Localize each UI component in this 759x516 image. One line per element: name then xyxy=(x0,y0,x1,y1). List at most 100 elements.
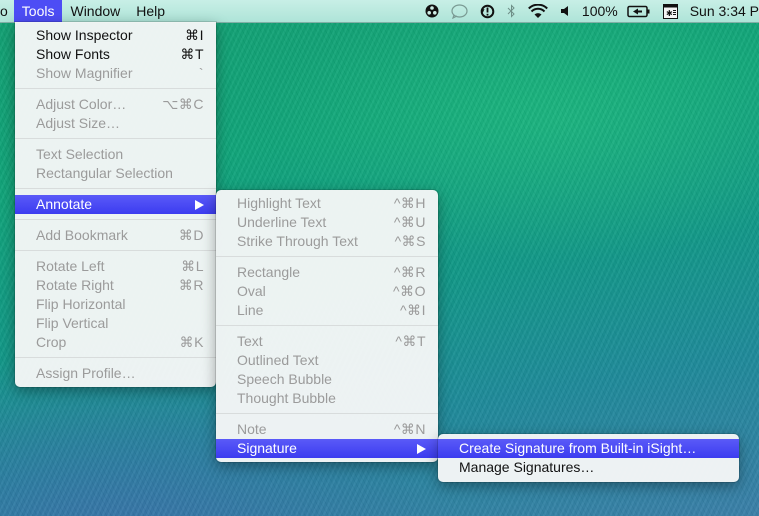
menu-item-note[interactable]: Note ^⌘N xyxy=(216,420,438,439)
menu-item-label: Outlined Text xyxy=(237,352,319,368)
menu-item-label: Flip Horizontal xyxy=(36,296,126,312)
menu-separator xyxy=(216,413,438,414)
menu-item-label: Signature xyxy=(237,440,297,456)
menu-item-text[interactable]: Text ^⌘T xyxy=(216,332,438,351)
menu-window[interactable]: Window xyxy=(62,0,128,22)
menu-item-label: Rectangle xyxy=(237,264,301,280)
menu-item-label: Oval xyxy=(237,283,266,299)
menu-item-shortcut: ^⌘O xyxy=(393,283,426,299)
submenu-arrow-icon xyxy=(417,443,426,454)
volume-icon[interactable] xyxy=(554,0,576,22)
menu-item-label: Show Magnifier xyxy=(36,65,133,81)
menu-item-label: Thought Bubble xyxy=(237,390,336,406)
menu-item-label: Underline Text xyxy=(237,214,327,230)
menu-item-shortcut: ^⌘S xyxy=(394,233,426,249)
menu-item-assign-profile[interactable]: Assign Profile… xyxy=(15,364,216,383)
menu-item-rectangle[interactable]: Rectangle ^⌘R xyxy=(216,263,438,282)
status-area: 100% ✱ Sun 3:34 P xyxy=(419,0,759,22)
menu-separator xyxy=(15,357,216,358)
menu-item-shortcut: ^⌘U xyxy=(393,214,426,230)
menu-item-flip-horizontal[interactable]: Flip Horizontal xyxy=(15,295,216,314)
menu-separator xyxy=(15,138,216,139)
menu-item-shortcut: ⌘L xyxy=(181,258,204,274)
menu-item-highlight-text[interactable]: Highlight Text ^⌘H xyxy=(216,194,438,213)
menu-item-label: Assign Profile… xyxy=(36,365,136,381)
menu-item-label: Text xyxy=(237,333,263,349)
menu-item-shortcut: ^⌘N xyxy=(393,421,426,437)
menu-help[interactable]: Help xyxy=(128,0,173,22)
menu-item-label: Flip Vertical xyxy=(36,315,109,331)
menu-item-adjust-size[interactable]: Adjust Size… xyxy=(15,114,216,133)
menu-item-annotate[interactable]: Annotate xyxy=(15,195,216,214)
menu-item-manage-signatures[interactable]: Manage Signatures… xyxy=(438,458,739,477)
menu-item-rectangular-selection[interactable]: Rectangular Selection xyxy=(15,164,216,183)
menu-item-label: Create Signature from Built-in iSight… xyxy=(459,440,697,456)
menu-item-add-bookmark[interactable]: Add Bookmark ⌘D xyxy=(15,226,216,245)
menu-separator xyxy=(15,188,216,189)
menu-item-label: Speech Bubble xyxy=(237,371,332,387)
menu-item-rotate-right[interactable]: Rotate Right ⌘R xyxy=(15,276,216,295)
menu-item-label: Note xyxy=(237,421,267,437)
menu-item-shortcut: ⌘T xyxy=(180,46,204,62)
menu-separator xyxy=(15,250,216,251)
menu-item-text-selection[interactable]: Text Selection xyxy=(15,145,216,164)
menu-item-create-signature-from-built-in-isight[interactable]: Create Signature from Built-in iSight… xyxy=(438,439,739,458)
battery-percent[interactable]: 100% xyxy=(576,0,621,22)
menu-item-shortcut: ^⌘R xyxy=(393,264,426,280)
menu-item-signature[interactable]: Signature xyxy=(216,439,438,458)
menu-item-shortcut: ` xyxy=(198,65,204,81)
menu-item-shortcut: ^⌘H xyxy=(393,195,426,211)
menu-item-crop[interactable]: Crop ⌘K xyxy=(15,333,216,352)
wifi-icon[interactable] xyxy=(522,0,554,22)
menu-item-show-magnifier[interactable]: Show Magnifier ` xyxy=(15,64,216,83)
accessibility-icon[interactable] xyxy=(419,0,445,22)
menu-item-shortcut: ^⌘T xyxy=(395,333,426,349)
menu-item-shortcut: ⌘R xyxy=(178,277,204,293)
menu-bar-partial-item[interactable]: o xyxy=(0,0,14,22)
menu-item-line[interactable]: Line ^⌘I xyxy=(216,301,438,320)
signature-submenu: Create Signature from Built-in iSight… Ma… xyxy=(438,434,739,482)
menu-tools[interactable]: Tools xyxy=(13,0,63,22)
messages-icon[interactable] xyxy=(445,0,474,22)
menu-item-shortcut: ⌥⌘C xyxy=(162,96,204,112)
menu-item-oval[interactable]: Oval ^⌘O xyxy=(216,282,438,301)
menu-item-outlined-text[interactable]: Outlined Text xyxy=(216,351,438,370)
menu-item-shortcut: ⌘I xyxy=(185,27,204,43)
menu-item-label: Manage Signatures… xyxy=(459,459,595,475)
tools-menu: Show Inspector ⌘I Show Fonts ⌘T Show Magnifi… xyxy=(15,22,216,387)
menu-item-label: Rotate Left xyxy=(36,258,105,274)
menu-item-flip-vertical[interactable]: Flip Vertical xyxy=(15,314,216,333)
menu-separator xyxy=(216,325,438,326)
menu-separator xyxy=(15,219,216,220)
menu-item-show-inspector[interactable]: Show Inspector ⌘I xyxy=(15,26,216,45)
menu-item-strike-through-text[interactable]: Strike Through Text ^⌘S xyxy=(216,232,438,251)
menu-bar: o Tools Window Help 100% ✱ Sun 3:34 P xyxy=(0,0,759,23)
menu-item-label: Show Inspector xyxy=(36,27,133,43)
clock[interactable]: Sun 3:34 P xyxy=(684,0,759,22)
menu-item-label: Strike Through Text xyxy=(237,233,358,249)
menu-item-speech-bubble[interactable]: Speech Bubble xyxy=(216,370,438,389)
menu-item-shortcut: ⌘D xyxy=(178,227,204,243)
menu-item-show-fonts[interactable]: Show Fonts ⌘T xyxy=(15,45,216,64)
menu-separator xyxy=(216,256,438,257)
menu-item-label: Adjust Color… xyxy=(36,96,127,112)
menu-item-label: Adjust Size… xyxy=(36,115,121,131)
time-machine-icon[interactable] xyxy=(474,0,501,22)
menu-item-shortcut: ^⌘I xyxy=(400,302,426,318)
menu-item-label: Show Fonts xyxy=(36,46,110,62)
menu-item-label: Rotate Right xyxy=(36,277,114,293)
menu-item-thought-bubble[interactable]: Thought Bubble xyxy=(216,389,438,408)
battery-icon[interactable] xyxy=(621,0,657,22)
calendar-icon[interactable]: ✱ xyxy=(657,0,684,22)
menu-item-underline-text[interactable]: Underline Text ^⌘U xyxy=(216,213,438,232)
menu-item-adjust-color[interactable]: Adjust Color… ⌥⌘C xyxy=(15,95,216,114)
svg-text:✱: ✱ xyxy=(666,9,673,18)
bluetooth-icon[interactable] xyxy=(501,0,522,22)
menu-separator xyxy=(15,88,216,89)
menu-item-shortcut: ⌘K xyxy=(179,334,204,350)
menu-item-rotate-left[interactable]: Rotate Left ⌘L xyxy=(15,257,216,276)
menu-item-label: Highlight Text xyxy=(237,195,321,211)
menu-item-label: Line xyxy=(237,302,264,318)
menu-item-label: Crop xyxy=(36,334,67,350)
submenu-arrow-icon xyxy=(195,199,204,210)
